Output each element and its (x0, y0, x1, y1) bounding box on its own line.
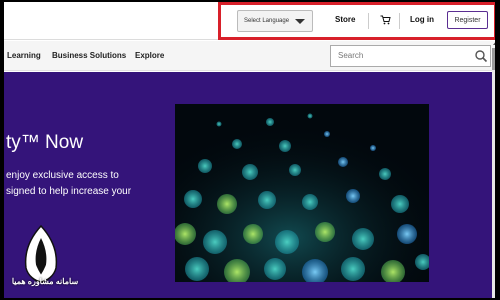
scrollbar-thumb[interactable] (492, 48, 495, 70)
page-scrollbar[interactable] (492, 48, 495, 298)
login-link[interactable]: Log in (410, 15, 434, 24)
divider (399, 13, 400, 29)
browser-viewport: Select Language Store Log in Register Le… (4, 2, 495, 298)
utility-bar: Select Language Store Log in Register (4, 2, 495, 40)
hero-text-line: enjoy exclusive access to (6, 170, 119, 181)
search-icon (475, 50, 488, 63)
nav-item-business-solutions[interactable]: Business Solutions (52, 51, 126, 60)
nav-item-learning[interactable]: Learning (7, 51, 41, 60)
language-select[interactable]: Select Language (237, 10, 313, 32)
bokeh-lights-image (175, 104, 429, 282)
language-select-value: Select Language (244, 18, 290, 24)
hero-banner: ty™ Now enjoy exclusive access to signed… (4, 72, 495, 298)
nav-item-explore[interactable]: Explore (135, 51, 164, 60)
cart-icon[interactable] (380, 15, 391, 25)
store-link[interactable]: Store (335, 15, 355, 24)
main-nav: Learning Business Solutions Explore Sear… (4, 41, 495, 71)
chevron-down-icon (295, 19, 305, 24)
divider (368, 13, 369, 29)
hero-text-line: signed to help increase your (6, 186, 132, 197)
scroll-up-arrow[interactable] (493, 41, 495, 45)
search-button[interactable] (471, 45, 491, 67)
watermark-text: سامانه مشاوره همیا (11, 277, 79, 286)
search-input[interactable]: Search (330, 45, 472, 67)
hero-image (175, 104, 429, 282)
hero-title: ty™ Now (6, 132, 84, 153)
register-button[interactable]: Register (447, 11, 488, 29)
